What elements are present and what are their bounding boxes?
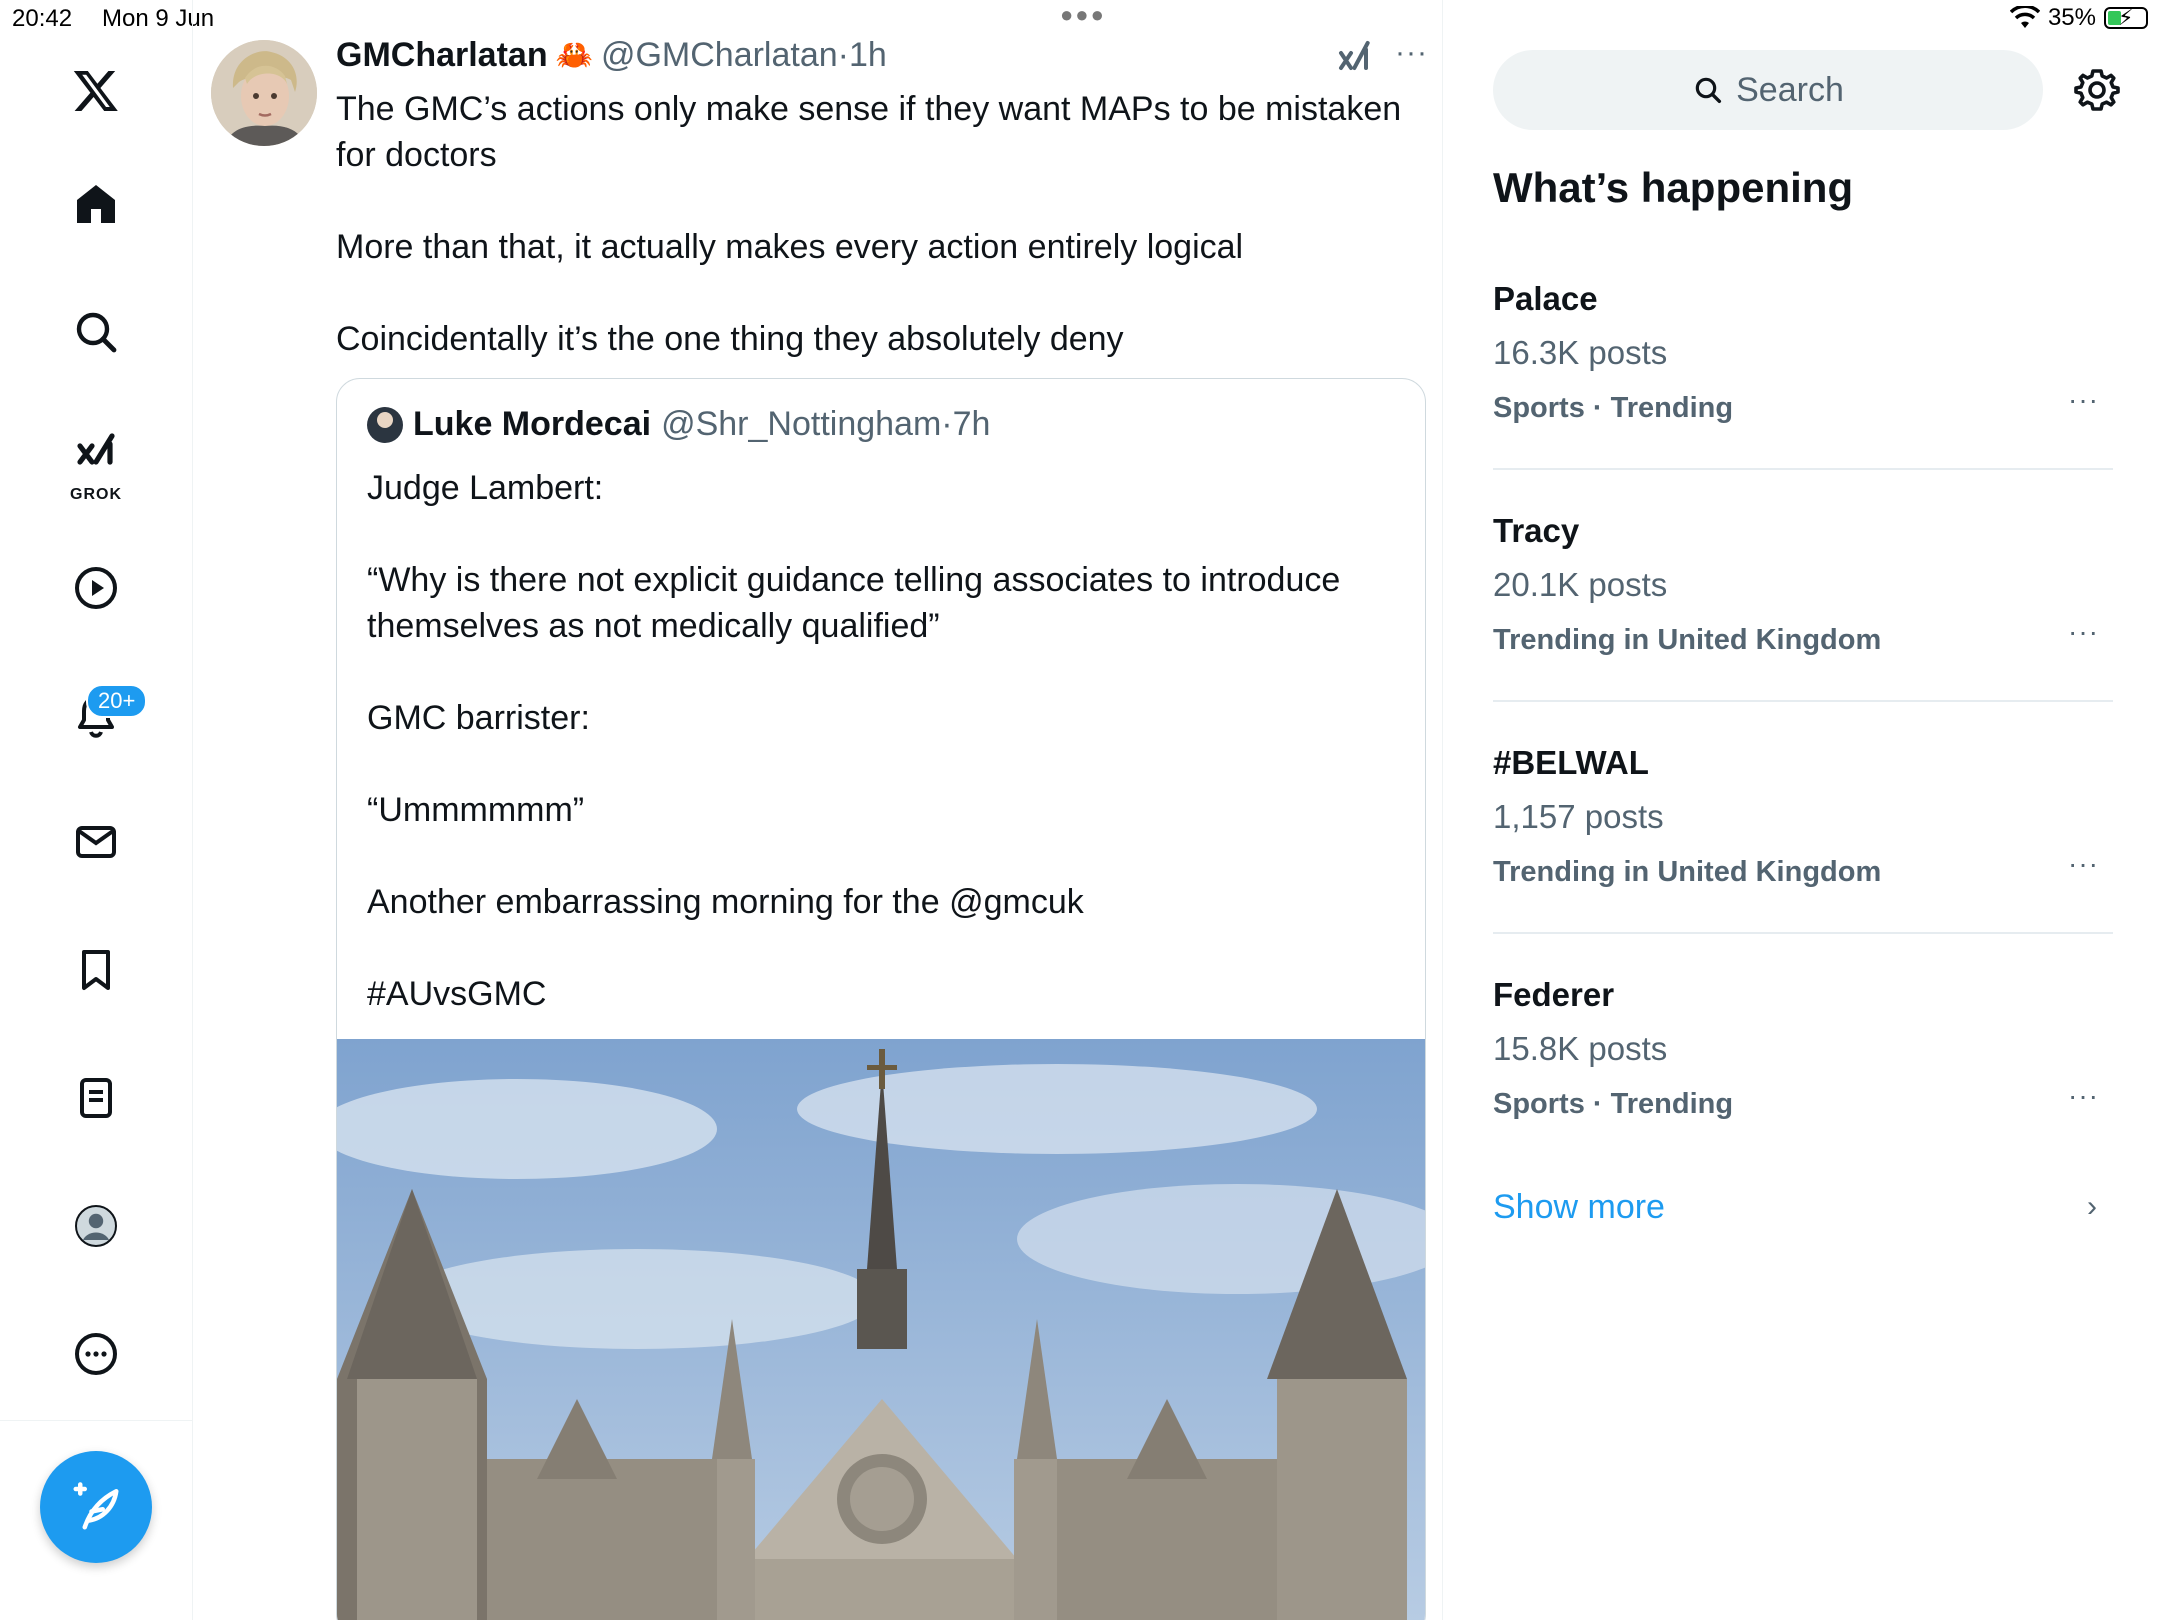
trend-more-icon[interactable]: ···: [2068, 616, 2099, 648]
quote-media-image[interactable]: [337, 1039, 1426, 1620]
author-handle[interactable]: @GMCharlatan: [601, 36, 838, 75]
nav-more-icon[interactable]: [60, 1318, 132, 1390]
trend-count: 20.1K posts: [1493, 566, 1668, 603]
trend-item[interactable]: Palace 16.3K posts Sports · Trending ···: [1493, 280, 2113, 512]
quote-text: Judge Lambert: “Why is there not explici…: [367, 465, 1387, 1017]
tweet-text-line: More than that, it actually makes every …: [336, 228, 1244, 266]
nav-search-icon[interactable]: [60, 296, 132, 368]
chevron-right-icon[interactable]: ›: [2087, 1190, 2097, 1224]
separator-dot: ·: [941, 405, 953, 443]
trend-context: Sports · Trending: [1493, 392, 1734, 424]
trend-divider: [1493, 932, 2113, 934]
quote-text-line: “Ummmmmm”: [367, 791, 585, 829]
crab-emoji: 🦀: [555, 39, 593, 72]
trend-context: Sports · Trending: [1493, 1088, 1734, 1120]
trend-item[interactable]: Federer 15.8K posts Sports · Trending ··…: [1493, 976, 2113, 1208]
tweet-time[interactable]: 1h: [849, 36, 887, 75]
trend-name: #BELWAL: [1493, 744, 1649, 781]
tweet-text: The GMC’s actions only make sense if the…: [336, 86, 1416, 362]
trend-count: 16.3K posts: [1493, 334, 1668, 371]
trend-name: Federer: [1493, 976, 1615, 1013]
author-name[interactable]: GMCharlatan: [336, 36, 548, 75]
tweet-text-line: The GMC’s actions only make sense if the…: [336, 90, 1402, 174]
nav-messages-icon[interactable]: [60, 806, 132, 878]
quote-text-line: Judge Lambert:: [367, 469, 604, 507]
quote-text-line: #AUvsGMC: [367, 975, 547, 1013]
tweet-text-line: Coincidentally it’s the one thing they a…: [336, 320, 1124, 358]
quote-author-avatar[interactable]: [367, 406, 403, 443]
nav-video-icon[interactable]: [60, 552, 132, 624]
nav-lists-icon[interactable]: [60, 1062, 132, 1134]
nav-divider: [0, 1420, 193, 1421]
search-icon: [1695, 77, 1722, 104]
settings-gear-icon[interactable]: [2073, 66, 2121, 114]
main-timeline: GMCharlatan 🦀 @GMCharlatan · 1h ··· The …: [193, 0, 1443, 1620]
quote-author-name[interactable]: Luke Mordecai: [413, 405, 651, 444]
trend-count: 1,157 posts: [1493, 798, 1664, 835]
nav-profile-icon[interactable]: [60, 1190, 132, 1262]
nav-home-icon[interactable]: [60, 168, 132, 240]
quote-text-line: GMC barrister:: [367, 699, 590, 737]
trend-name: Tracy: [1493, 512, 1580, 549]
compose-feather-icon: [73, 1482, 119, 1530]
trend-item[interactable]: #BELWAL 1,157 posts Trending in United K…: [1493, 744, 2113, 976]
trend-more-icon[interactable]: ···: [2068, 384, 2099, 416]
trend-more-icon[interactable]: ···: [2068, 1080, 2099, 1112]
tweet-header: GMCharlatan 🦀 @GMCharlatan · 1h: [336, 36, 887, 75]
trend-context: Trending in United Kingdom: [1493, 624, 1882, 656]
trend-more-icon[interactable]: ···: [2068, 848, 2099, 880]
separator-dot: ·: [837, 36, 849, 74]
x-logo-icon[interactable]: [60, 54, 132, 126]
left-navigation: GROK 20+: [0, 0, 193, 1620]
author-avatar-image: [211, 40, 317, 146]
nav-bookmarks-icon[interactable]: [60, 934, 132, 1006]
quote-time[interactable]: 7h: [953, 405, 991, 444]
search-placeholder: Search: [1736, 70, 1844, 109]
quote-header: Luke Mordecai @Shr_Nottingham · 7h: [367, 405, 990, 444]
tweet-more-options-icon[interactable]: ···: [1395, 36, 1428, 70]
grok-label: GROK: [70, 486, 122, 503]
right-sidebar: Search What’s happening Palace 16.3K pos…: [1443, 0, 2160, 1620]
trend-count: 15.8K posts: [1493, 1030, 1668, 1067]
show-more-link[interactable]: Show more: [1493, 1188, 1665, 1227]
quote-text-line: “Why is there not explicit guidance tell…: [367, 561, 1341, 645]
notifications-badge: 20+: [86, 684, 148, 718]
section-title: What’s happening: [1493, 164, 1854, 211]
author-avatar[interactable]: [211, 40, 317, 146]
search-input[interactable]: Search: [1493, 50, 2043, 130]
quote-text-line: Another embarrassing morning for the @gm…: [367, 883, 1084, 921]
trend-divider: [1493, 700, 2113, 702]
quote-author-handle[interactable]: @Shr_Nottingham: [661, 405, 941, 444]
trend-context: Trending in United Kingdom: [1493, 856, 1882, 888]
trend-item[interactable]: Tracy 20.1K posts Trending in United Kin…: [1493, 512, 2113, 744]
quoted-tweet[interactable]: Luke Mordecai @Shr_Nottingham · 7h Judge…: [336, 378, 1426, 1620]
trend-name: Palace: [1493, 280, 1598, 317]
grok-explain-icon[interactable]: [1336, 38, 1376, 78]
trend-divider: [1493, 468, 2113, 470]
nav-grok-icon[interactable]: GROK: [60, 420, 132, 503]
compose-post-button[interactable]: [40, 1451, 152, 1563]
